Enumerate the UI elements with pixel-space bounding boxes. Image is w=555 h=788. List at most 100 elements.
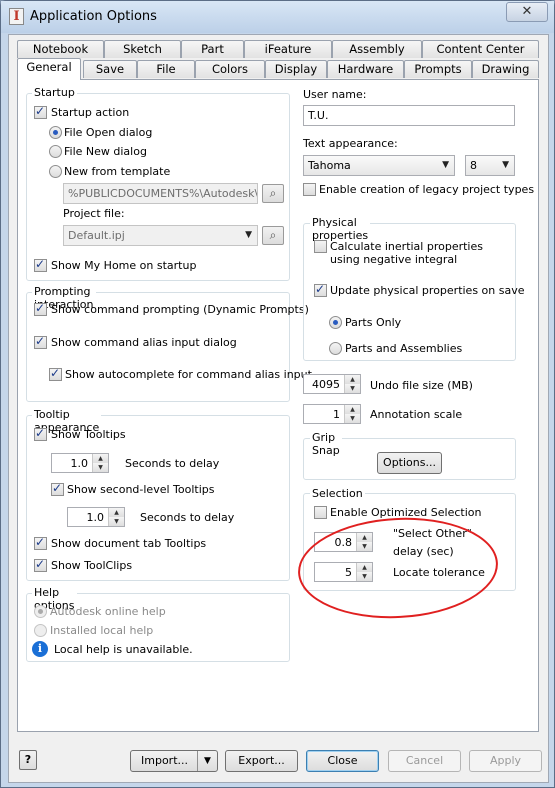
export-button[interactable]: Export... bbox=[225, 750, 298, 772]
spin-up-icon[interactable]: ▲ bbox=[344, 375, 360, 384]
parts-assemblies-radio[interactable] bbox=[329, 342, 342, 355]
tooltip-delay-spinner[interactable]: 1.0 ▲ ▼ bbox=[51, 453, 109, 473]
second-level-delay-value: 1.0 bbox=[86, 511, 105, 524]
legacy-projects-label: Enable creation of legacy project types bbox=[319, 183, 535, 196]
tab-colors[interactable]: Colors bbox=[195, 60, 265, 78]
show-my-home-checkbox[interactable] bbox=[34, 257, 47, 272]
startup-group-label: Startup bbox=[32, 86, 77, 99]
binoculars-icon: ⌕ bbox=[269, 228, 277, 242]
online-help-radio[interactable] bbox=[34, 605, 47, 618]
physical-group-label: Physical properties bbox=[310, 216, 371, 242]
spin-down-icon[interactable]: ▼ bbox=[108, 517, 124, 526]
close-button[interactable]: Close bbox=[306, 750, 379, 772]
startup-action-label: Startup action bbox=[51, 106, 130, 119]
chevron-down-icon: ▼ bbox=[502, 160, 509, 170]
project-file-combo[interactable]: Default.ipj ▼ bbox=[63, 225, 258, 246]
second-level-delay-label: Seconds to delay bbox=[140, 511, 235, 524]
calc-inertial-label: Calculate inertial properties using nega… bbox=[330, 240, 483, 266]
new-from-template-radio[interactable] bbox=[49, 165, 62, 178]
tab-content-center[interactable]: Content Center bbox=[422, 40, 539, 58]
help-info-text: Local help is unavailable. bbox=[54, 643, 193, 656]
legacy-projects-checkbox[interactable] bbox=[303, 183, 316, 196]
online-help-label: Autodesk online help bbox=[50, 605, 166, 618]
tab-sketch[interactable]: Sketch bbox=[104, 40, 181, 58]
spin-up-icon[interactable]: ▲ bbox=[108, 508, 124, 517]
chevron-down-icon: ▼ bbox=[245, 230, 252, 240]
apply-button[interactable]: Apply bbox=[469, 750, 542, 772]
dynamic-prompts-label: Show command prompting (Dynamic Prompts) bbox=[51, 303, 309, 316]
undo-size-spinner[interactable]: 4095 ▲ ▼ bbox=[303, 374, 361, 394]
browse-project-button[interactable]: ⌕ bbox=[262, 226, 284, 245]
grip-snap-options-button[interactable]: Options... bbox=[377, 452, 442, 474]
tooltip-delay-label: Seconds to delay bbox=[125, 457, 220, 470]
spin-down-icon[interactable]: ▼ bbox=[344, 384, 360, 393]
file-new-radio[interactable] bbox=[49, 145, 62, 158]
doc-tab-tooltips-checkbox[interactable] bbox=[34, 535, 47, 550]
spin-up-icon[interactable]: ▲ bbox=[92, 454, 108, 463]
undo-size-value: 4095 bbox=[312, 378, 340, 391]
user-name-field[interactable]: T.U. bbox=[303, 105, 515, 126]
template-path-field[interactable]: %PUBLICDOCUMENTS%\Autodesk\Inv bbox=[63, 183, 258, 204]
annotation-scale-spinner[interactable]: 1 ▲ ▼ bbox=[303, 404, 361, 424]
inventor-app-icon: I bbox=[9, 8, 24, 25]
tab-save[interactable]: Save bbox=[83, 60, 137, 78]
calc-inertial-checkbox[interactable] bbox=[314, 240, 327, 253]
spin-down-icon[interactable]: ▼ bbox=[92, 463, 108, 472]
help-button[interactable]: ? bbox=[19, 750, 37, 770]
cancel-button[interactable]: Cancel bbox=[388, 750, 461, 772]
update-on-save-checkbox[interactable] bbox=[314, 282, 327, 297]
toolclips-label: Show ToolClips bbox=[51, 559, 133, 572]
tab-display[interactable]: Display bbox=[265, 60, 327, 78]
autocomplete-label: Show autocomplete for command alias inpu… bbox=[65, 368, 312, 381]
font-value: Tahoma bbox=[308, 159, 351, 172]
toolclips-checkbox[interactable] bbox=[34, 557, 47, 572]
tab-assembly[interactable]: Assembly bbox=[332, 40, 422, 58]
font-size-value: 8 bbox=[470, 159, 477, 172]
window-close-button[interactable]: ✕ bbox=[506, 2, 548, 22]
tab-drawing[interactable]: Drawing bbox=[472, 60, 539, 78]
tab-ifeature[interactable]: iFeature bbox=[244, 40, 332, 58]
update-on-save-label: Update physical properties on save bbox=[330, 284, 525, 297]
project-file-value: Default.ipj bbox=[68, 229, 125, 242]
autocomplete-checkbox[interactable] bbox=[49, 366, 62, 381]
tab-hardware[interactable]: Hardware bbox=[327, 60, 404, 78]
parts-assemblies-label: Parts and Assemblies bbox=[345, 342, 463, 355]
file-new-label: File New dialog bbox=[64, 145, 147, 158]
spin-down-icon[interactable]: ▼ bbox=[344, 414, 360, 423]
window-title: Application Options bbox=[30, 9, 157, 24]
annotation-scale-value: 1 bbox=[333, 408, 340, 421]
local-help-radio[interactable] bbox=[34, 624, 47, 637]
font-size-combo[interactable]: 8 ▼ bbox=[465, 155, 515, 176]
optimized-selection-checkbox[interactable] bbox=[314, 506, 327, 519]
dropdown-arrow-icon[interactable]: ▼ bbox=[197, 751, 217, 771]
file-open-radio[interactable] bbox=[49, 126, 62, 139]
tab-file[interactable]: File bbox=[137, 60, 195, 78]
spin-up-icon[interactable]: ▲ bbox=[344, 405, 360, 414]
second-level-delay-spinner[interactable]: 1.0 ▲ ▼ bbox=[67, 507, 125, 527]
second-level-checkbox[interactable] bbox=[51, 481, 64, 496]
info-icon: i bbox=[32, 641, 48, 657]
show-tooltips-checkbox[interactable] bbox=[34, 426, 47, 441]
tab-notebook[interactable]: Notebook bbox=[17, 40, 104, 58]
font-combo[interactable]: Tahoma ▼ bbox=[303, 155, 455, 176]
file-open-label: File Open dialog bbox=[64, 126, 153, 139]
tab-general[interactable]: General bbox=[17, 58, 81, 80]
title-bar: I Application Options ✕ bbox=[1, 1, 554, 33]
import-button[interactable]: Import... ▼ bbox=[130, 750, 218, 772]
browse-template-button[interactable]: ⌕ bbox=[262, 184, 284, 203]
undo-size-label: Undo file size (MB) bbox=[370, 379, 473, 392]
annotation-scale-label: Annotation scale bbox=[370, 408, 463, 421]
application-options-window: I Application Options ✕ Notebook Sketch … bbox=[0, 0, 555, 788]
dynamic-prompts-checkbox[interactable] bbox=[34, 301, 47, 316]
alias-dialog-label: Show command alias input dialog bbox=[51, 336, 237, 349]
alias-dialog-checkbox[interactable] bbox=[34, 334, 47, 349]
tooltip-delay-value: 1.0 bbox=[70, 457, 89, 470]
user-name-label: User name: bbox=[303, 88, 367, 101]
tab-part[interactable]: Part bbox=[181, 40, 244, 58]
parts-only-radio[interactable] bbox=[329, 316, 342, 329]
binoculars-icon: ⌕ bbox=[269, 186, 277, 200]
tab-prompts[interactable]: Prompts bbox=[404, 60, 472, 78]
show-tooltips-label: Show Tooltips bbox=[51, 428, 126, 441]
startup-action-checkbox[interactable] bbox=[34, 104, 47, 119]
doc-tab-tooltips-label: Show document tab Tooltips bbox=[51, 537, 207, 550]
